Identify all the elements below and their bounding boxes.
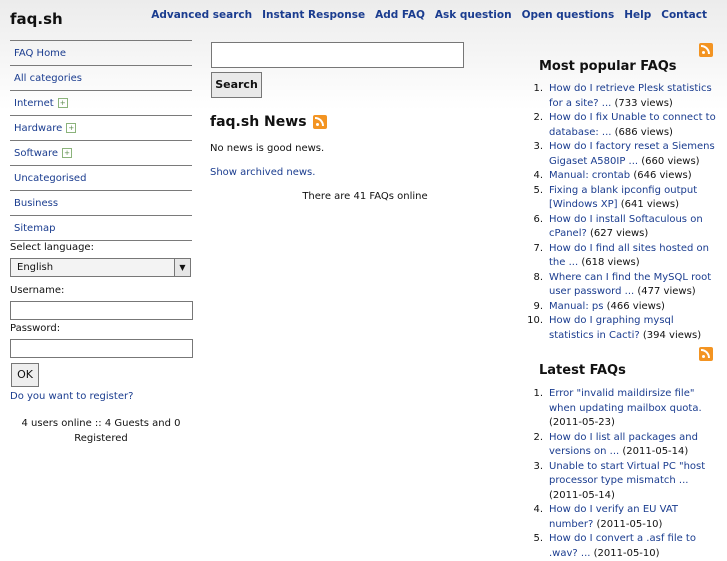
sidebar-item-label: Business: [14, 197, 59, 209]
sidebar-item-label: Sitemap: [14, 222, 56, 234]
list-item: 2. How do I list all packages and version…: [533, 431, 698, 458]
list-item: 4. Manual: crontab (646 views): [533, 170, 692, 181]
list-item: 10. How do I graphing mysql statistics in…: [527, 315, 702, 341]
view-count: (641 views): [620, 199, 680, 210]
sidebar-item-internet[interactable]: Internet +: [10, 90, 192, 115]
sidebar-item-business[interactable]: Business: [10, 190, 192, 215]
view-count: (733 views): [614, 97, 673, 109]
view-count: (466 views): [606, 300, 665, 312]
rss-icon[interactable]: [699, 347, 713, 361]
sidebar-item-label: Uncategorised: [14, 172, 87, 184]
view-count: (394 views): [642, 329, 702, 341]
users-online-text: 4 users online :: 4 Guests and 0 Registe…: [21, 418, 181, 444]
sidebar-item-label: Internet: [14, 97, 54, 109]
latest-faqs-list: 1. Error "invalid maildirsize file" when …: [527, 387, 717, 561]
list-item: 5. Fixing a blank ipconfig output [Window…: [533, 184, 698, 211]
expand-icon[interactable]: +: [66, 123, 77, 133]
password-label: Password:: [10, 323, 61, 334]
nav-add-faq[interactable]: Add FAQ: [375, 9, 425, 21]
view-count: (477 views): [637, 286, 696, 297]
faq-link[interactable]: Manual: crontab: [549, 170, 630, 181]
sidebar-item-label: All categories: [14, 72, 82, 84]
language-label: Select language:: [10, 242, 94, 253]
login-ok-button[interactable]: OK: [11, 363, 39, 387]
view-count: (627 views): [589, 228, 649, 239]
view-count: (646 views): [633, 170, 692, 181]
nav-instant-response[interactable]: Instant Response: [262, 9, 365, 21]
chevron-down-icon[interactable]: ▼: [174, 259, 190, 276]
faq-link[interactable]: Unable to start Virtual PC "host process…: [549, 461, 705, 487]
nav-help[interactable]: Help: [624, 9, 651, 21]
register-link[interactable]: Do you want to register?: [10, 391, 133, 402]
news-title: faq.sh News: [210, 114, 307, 130]
language-value: English: [17, 262, 54, 273]
top-navigation: Advanced search Instant Response Add FAQ…: [151, 9, 707, 21]
faq-date: (2011-05-14): [549, 489, 615, 501]
expand-icon[interactable]: +: [62, 148, 73, 158]
username-input[interactable]: [10, 301, 193, 320]
popular-faqs-title: Most popular FAQs: [539, 59, 677, 74]
sidebar-item-label: FAQ Home: [14, 47, 67, 59]
list-item: 3. Unable to start Virtual PC "host proce…: [533, 460, 706, 501]
list-item: 1. How do I retrieve Plesk statistics for…: [533, 83, 712, 109]
faq-date: (2011-05-23): [549, 417, 615, 428]
popular-faqs-list: 1. How do I retrieve Plesk statistics for…: [527, 82, 717, 343]
faqs-online-count: There are 41 FAQs online: [302, 191, 428, 202]
rss-icon[interactable]: [699, 43, 713, 57]
sidebar-nav: FAQ Home All categories Internet + Hardwa…: [10, 40, 192, 241]
list-item: 5. How do I convert a .asf file to .wav? …: [533, 533, 696, 559]
password-input[interactable]: [10, 339, 193, 358]
sidebar-item-faq-home[interactable]: FAQ Home: [10, 40, 192, 65]
faq-date: (2011-05-10): [593, 547, 660, 559]
faq-date: (2011-05-14): [622, 446, 689, 457]
sidebar-item-uncategorised[interactable]: Uncategorised: [10, 165, 192, 190]
news-heading: faq.sh News: [210, 114, 327, 130]
view-count: (686 views): [614, 126, 673, 138]
list-item: 6. How do I install Softaculous on cPanel…: [533, 213, 703, 240]
expand-icon[interactable]: +: [57, 98, 68, 108]
sidebar-item-label: Software: [14, 147, 59, 159]
list-item: 8. Where can I find the MySQL root user p…: [533, 271, 712, 298]
sidebar-item-sitemap[interactable]: Sitemap: [10, 215, 192, 241]
list-item: 1. Error "invalid maildirsize file" when …: [533, 388, 702, 428]
nav-contact[interactable]: Contact: [661, 9, 707, 21]
rss-icon[interactable]: [312, 115, 327, 129]
search-input[interactable]: [211, 42, 464, 68]
sidebar-item-label: Hardware: [14, 122, 63, 134]
archived-news-link[interactable]: Show archived news.: [210, 167, 315, 178]
faq-link[interactable]: Error "invalid maildirsize file" when up…: [549, 388, 702, 414]
nav-open-questions[interactable]: Open questions: [522, 9, 615, 21]
site-logo[interactable]: faq.sh: [10, 10, 63, 28]
list-item: 4. How do I verify an EU VAT number? (201…: [533, 504, 679, 530]
latest-faqs-title: Latest FAQs: [539, 363, 626, 378]
language-select[interactable]: English ▼: [10, 258, 191, 277]
nav-ask-question[interactable]: Ask question: [435, 9, 512, 21]
list-item: 2. How do I fix Unable to connect to data…: [533, 112, 716, 138]
nav-advanced-search[interactable]: Advanced search: [151, 9, 252, 21]
sidebar-item-all-categories[interactable]: All categories: [10, 65, 192, 90]
news-empty-text: No news is good news.: [210, 143, 325, 154]
username-label: Username:: [10, 285, 65, 296]
list-item: 7. How do I find all sites hosted on the …: [533, 242, 709, 269]
faq-date: (2011-05-10): [596, 518, 663, 530]
sidebar-item-hardware[interactable]: Hardware +: [10, 115, 192, 140]
list-item: 3. How do I factory reset a Siemens Gigas…: [533, 141, 715, 167]
search-button[interactable]: Search: [211, 72, 262, 98]
faq-link[interactable]: Manual: ps: [549, 301, 603, 312]
view-count: (618 views): [581, 257, 640, 268]
sidebar-item-software[interactable]: Software +: [10, 140, 192, 165]
view-count: (660 views): [641, 155, 700, 167]
list-item: 9. Manual: ps (466 views): [533, 300, 665, 312]
